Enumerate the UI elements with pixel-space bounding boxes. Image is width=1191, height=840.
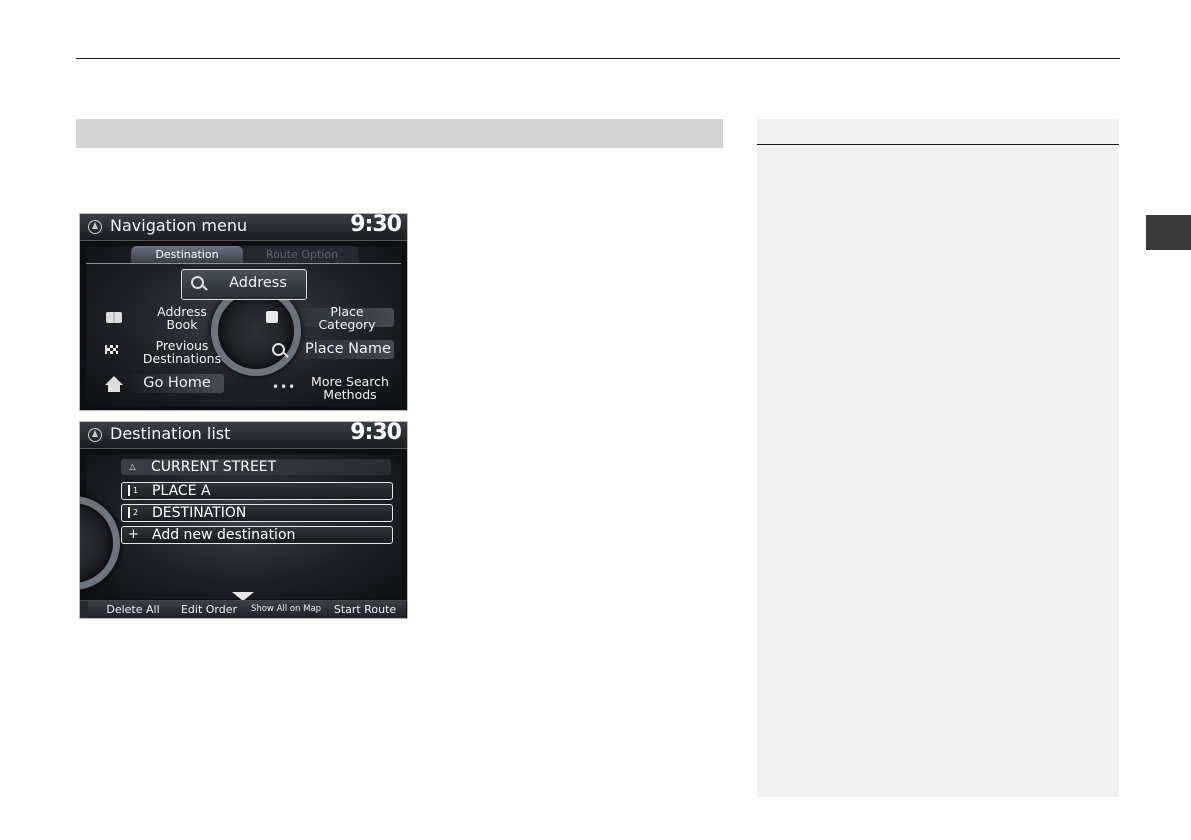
- add-new-destination-button[interactable]: + Add new destination: [121, 526, 393, 544]
- address-button[interactable]: Address: [181, 269, 307, 300]
- place-category-button[interactable]: Place Category: [266, 302, 396, 332]
- place-name-label: Place Name: [305, 341, 391, 357]
- chapter-tab-marker: [1146, 215, 1191, 250]
- list-item-destination[interactable]: 2 DESTINATION: [121, 504, 393, 522]
- tab-destination[interactable]: Destination: [131, 246, 243, 263]
- screen-title: Destination list: [110, 424, 231, 443]
- waypoint-1-icon: 1: [128, 485, 141, 496]
- magnifier-map-icon: [191, 276, 204, 289]
- navigation-menu-screen: Navigation menu 9:30 Destination Route O…: [79, 213, 408, 411]
- address-book-label: Address Book: [157, 304, 207, 332]
- show-all-on-map-button[interactable]: Show All on Map: [248, 601, 325, 618]
- place-name-button[interactable]: Place Name: [266, 338, 396, 362]
- current-position-icon: △: [129, 462, 136, 471]
- list-item-current-street[interactable]: △ CURRENT STREET: [121, 459, 391, 475]
- checkered-flag-icon: [105, 345, 118, 354]
- book-icon: [106, 312, 122, 323]
- more-search-methods-button[interactable]: ••• More Search Methods: [266, 373, 396, 403]
- place-category-label: Place Category: [318, 304, 376, 332]
- clock: 9:30: [350, 213, 402, 237]
- side-note-panel: [757, 119, 1119, 797]
- more-search-methods-label: More Search Methods: [311, 374, 389, 402]
- clock: 9:30: [350, 421, 402, 445]
- list-item-label: Add new destination: [152, 527, 296, 543]
- dots-icon: •••: [272, 380, 297, 394]
- destination-list-screen: Destination list 9:30 △ CURRENT STREET 1…: [79, 421, 408, 619]
- section-header-bar: [76, 119, 723, 148]
- magnifier-icon: [272, 343, 285, 356]
- edit-order-button[interactable]: Edit Order: [170, 601, 249, 618]
- tab-route-option[interactable]: Route Option: [246, 246, 358, 263]
- address-label: Address: [229, 275, 287, 291]
- go-home-button[interactable]: Go Home: [94, 373, 224, 395]
- list-item-label: DESTINATION: [152, 505, 247, 521]
- previous-destinations-label: Previous Destinations: [142, 338, 222, 366]
- list-item-label: CURRENT STREET: [151, 459, 277, 475]
- menu-body: Destination Route Option Address Address…: [86, 246, 401, 406]
- list-body: △ CURRENT STREET 1 PLACE A 2 DESTINATION…: [80, 454, 401, 599]
- interface-dial-ring: [80, 496, 120, 590]
- list-item-place-a[interactable]: 1 PLACE A: [121, 482, 393, 500]
- house-icon: [105, 376, 123, 392]
- action-footer: Delete All Edit Order Show All on Map St…: [80, 600, 407, 618]
- navigation-logo-icon: [88, 220, 102, 234]
- title-bar: Navigation menu 9:30: [80, 214, 407, 241]
- delete-all-button[interactable]: Delete All: [88, 601, 179, 618]
- start-route-button[interactable]: Start Route: [324, 601, 407, 618]
- address-book-button[interactable]: Address Book: [96, 302, 207, 332]
- previous-destinations-button[interactable]: Previous Destinations: [96, 336, 221, 366]
- title-bar: Destination list 9:30: [80, 422, 407, 449]
- tab-divider: [86, 263, 401, 264]
- screen-title: Navigation menu: [110, 216, 248, 235]
- shopping-bag-icon: [266, 311, 278, 323]
- navigation-logo-icon: [88, 428, 102, 442]
- waypoint-2-icon: 2: [128, 507, 141, 518]
- plus-icon: +: [128, 527, 139, 542]
- top-rule: [76, 58, 1120, 59]
- list-item-label: PLACE A: [152, 483, 211, 499]
- go-home-label: Go Home: [143, 375, 211, 391]
- side-note-header: [757, 119, 1119, 145]
